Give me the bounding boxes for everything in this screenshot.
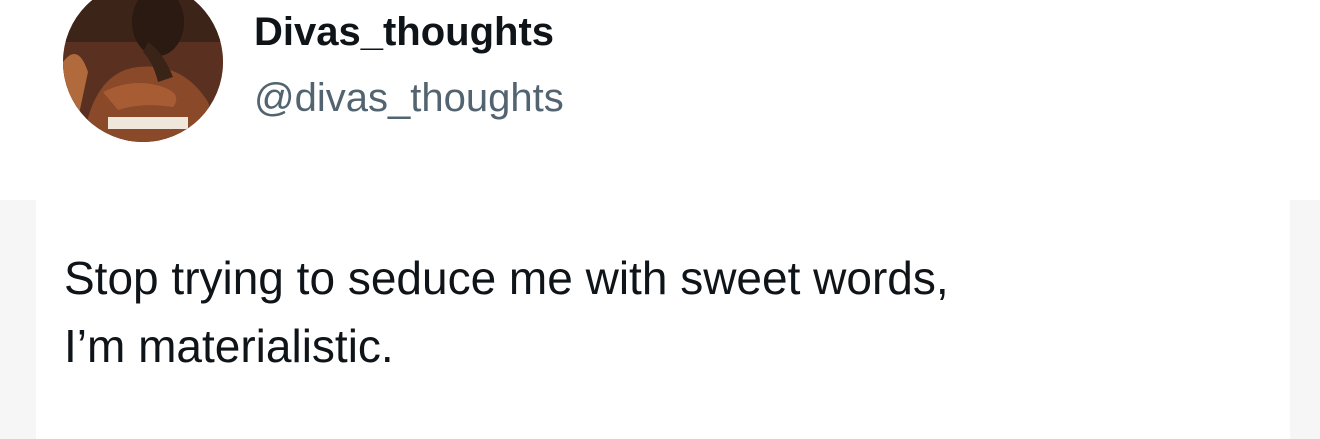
tweet-text: Stop trying to seduce me with sweet word… xyxy=(64,244,1294,380)
author-display-name[interactable]: Divas_thoughts xyxy=(254,8,554,56)
tweet-text-line: I’m materialistic. xyxy=(64,320,394,372)
tweet-text-line: Stop trying to seduce me with sweet word… xyxy=(64,252,949,304)
author-handle[interactable]: @divas_thoughts xyxy=(254,74,564,122)
